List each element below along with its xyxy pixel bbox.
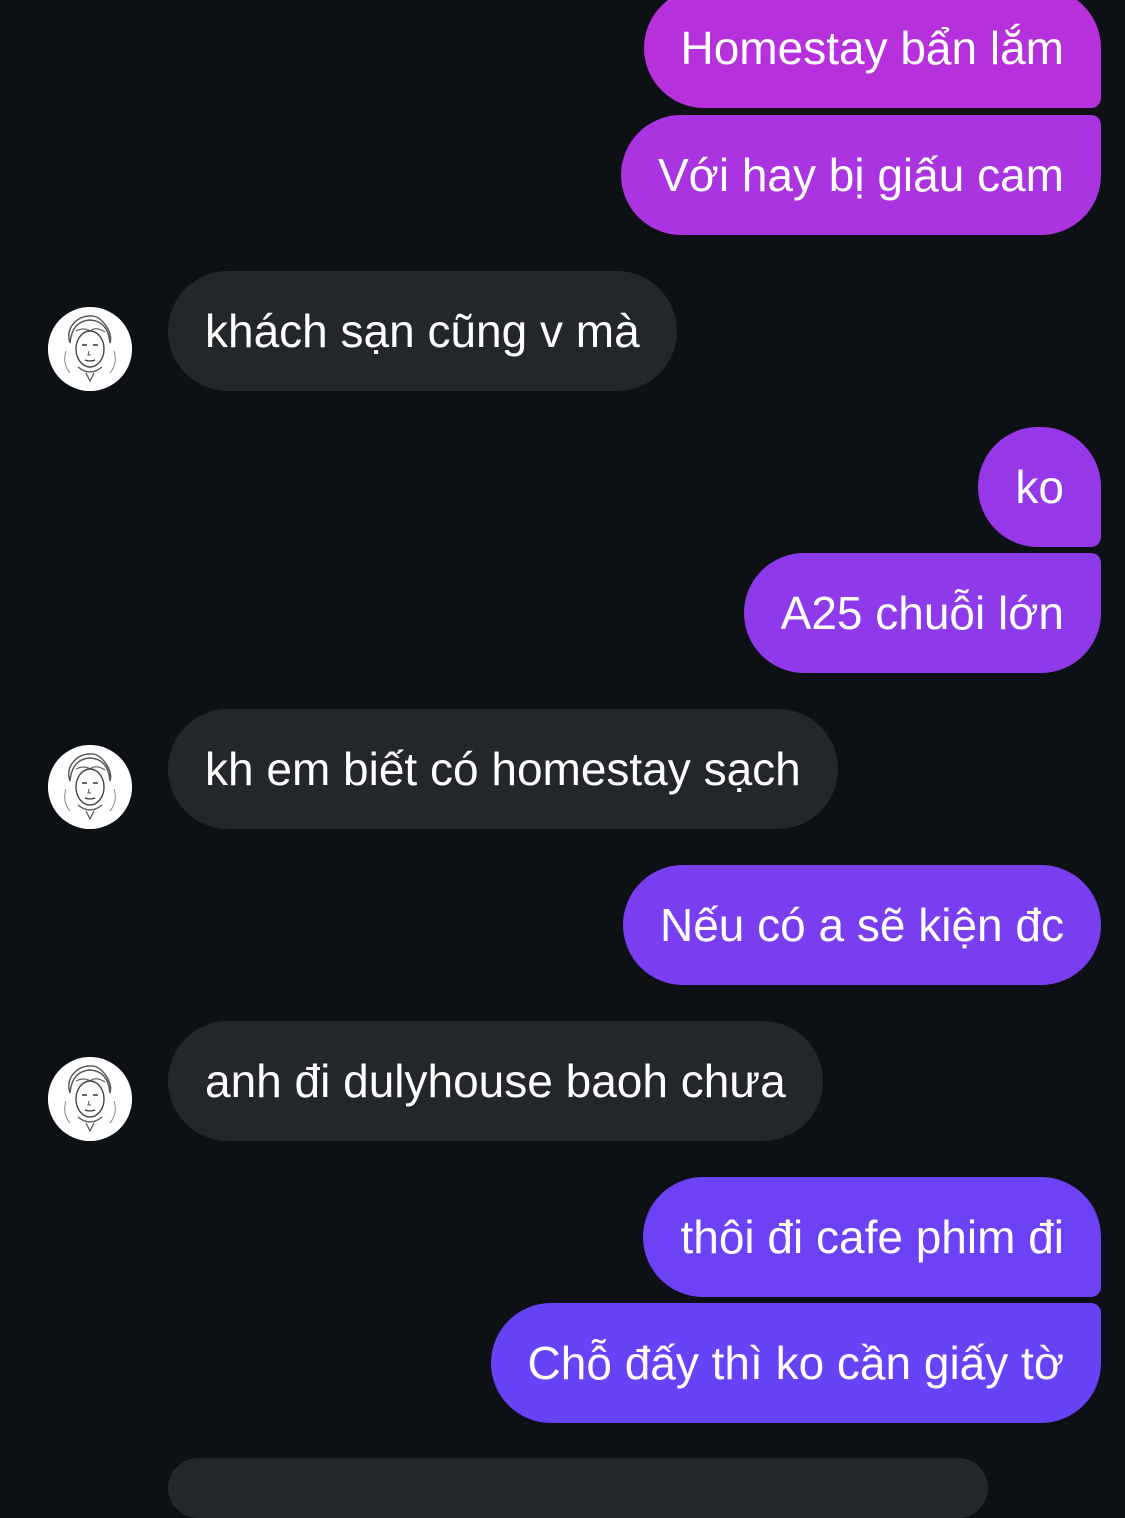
message-text: Chỗ đấy thì ko cần giấy tờ xyxy=(527,1337,1064,1389)
message-text: anh đi dulyhouse baoh chưa xyxy=(205,1055,786,1107)
message-text: A25 chuỗi lớn xyxy=(780,587,1064,639)
message-text: ko xyxy=(1015,461,1064,513)
message-bubble-sent[interactable]: ko xyxy=(978,427,1101,547)
message-text: Với hay bị giấu cam xyxy=(657,149,1064,201)
message-bubble-received-partial[interactable] xyxy=(168,1458,988,1518)
contact-avatar[interactable] xyxy=(48,307,132,391)
message-bubble-sent[interactable]: A25 chuỗi lớn xyxy=(743,553,1101,673)
message-bubble-sent[interactable]: Nếu có a sẽ kiện đc xyxy=(622,865,1101,985)
message-bubble-sent[interactable]: Chỗ đấy thì ko cần giấy tờ xyxy=(490,1303,1101,1423)
message-bubble-sent[interactable]: Homestay bẩn lắm xyxy=(643,0,1101,108)
message-text: kh em biết có homestay sạch xyxy=(205,743,801,795)
message-text: thôi đi cafe phim đi xyxy=(680,1211,1064,1263)
contact-avatar[interactable] xyxy=(48,745,132,829)
message-bubble-received[interactable]: kh em biết có homestay sạch xyxy=(168,709,838,829)
message-bubble-sent[interactable]: Với hay bị giấu cam xyxy=(620,115,1101,235)
contact-avatar[interactable] xyxy=(48,1057,132,1141)
message-bubble-sent[interactable]: thôi đi cafe phim đi xyxy=(643,1177,1101,1297)
message-text: khách sạn cũng v mà xyxy=(205,305,640,357)
message-text: Nếu có a sẽ kiện đc xyxy=(659,899,1064,951)
message-bubble-received[interactable]: khách sạn cũng v mà xyxy=(168,271,677,391)
message-bubble-received[interactable]: anh đi dulyhouse baoh chưa xyxy=(168,1021,823,1141)
message-text: Homestay bẩn lắm xyxy=(680,22,1065,74)
